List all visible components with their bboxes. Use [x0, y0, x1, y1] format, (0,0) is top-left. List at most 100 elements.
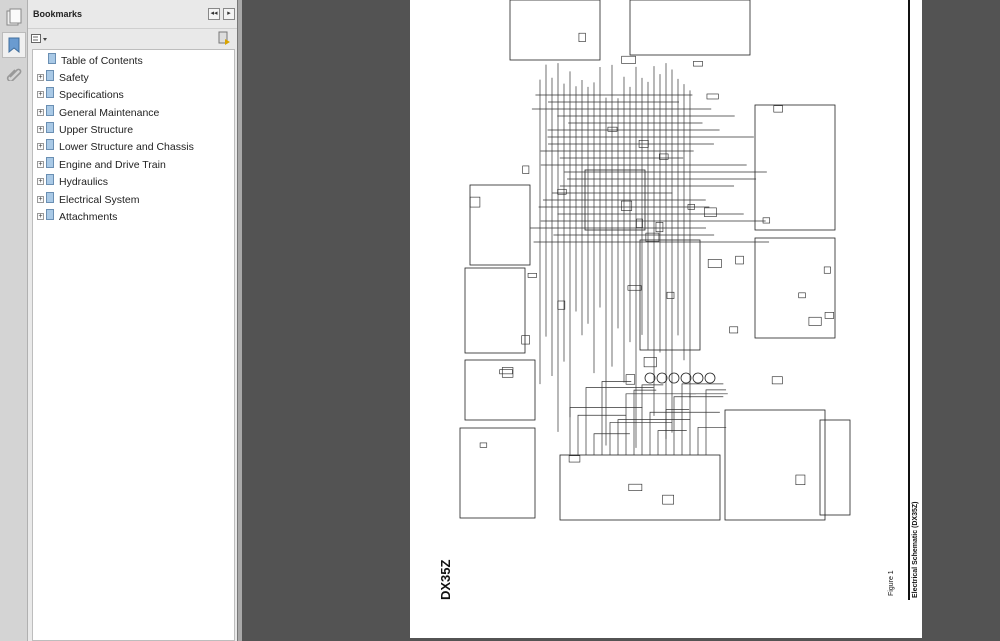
schematic-line [724, 409, 826, 521]
schematic-line [601, 381, 632, 455]
bookmark-icon [46, 139, 54, 150]
bookmark-item[interactable]: + Electrical System [33, 191, 140, 208]
panel-title: Bookmarks [33, 9, 83, 19]
schematic-line [469, 196, 481, 208]
expand-icon[interactable]: + [37, 91, 44, 98]
schematic-line [621, 55, 636, 64]
schematic-line [607, 126, 618, 132]
bookmark-label: General Maintenance [59, 106, 160, 119]
bookmark-item[interactable]: + Attachments [33, 208, 117, 225]
schematic-line [617, 419, 691, 455]
bookmark-icon [46, 174, 54, 185]
schematic-line [593, 433, 630, 455]
schematic-line [798, 292, 806, 299]
bookmark-item[interactable]: + Hydraulics [33, 173, 108, 190]
expand-icon[interactable]: + [37, 213, 44, 220]
schematic-line [704, 372, 716, 384]
paperclip-icon [6, 68, 22, 81]
schematic-line [649, 411, 720, 455]
schematic-line [629, 0, 751, 56]
pdf-page: DX35Z Figure 1 Electrical Schematic (DX3… [410, 0, 922, 638]
schematic-line [527, 272, 537, 278]
schematic-line [689, 393, 728, 455]
bookmark-label: Lower Structure and Chassis [59, 140, 194, 153]
options-menu-button[interactable] [31, 32, 49, 50]
schematic-line [668, 372, 680, 384]
schematic-line [795, 474, 806, 486]
model-label: DX35Z [438, 559, 453, 600]
pages-button[interactable] [2, 4, 26, 30]
panel-splitter[interactable] [237, 0, 242, 641]
expand-icon[interactable]: + [37, 196, 44, 203]
bookmarks-button[interactable] [2, 32, 26, 58]
expand-icon[interactable]: + [37, 126, 44, 133]
schematic-line [819, 419, 851, 516]
schematic-line [522, 165, 530, 174]
bookmark-label: Engine and Drive Train [59, 158, 166, 171]
bookmark-item[interactable]: + General Maintenance [33, 104, 159, 121]
schematic-line [662, 494, 674, 505]
bookmark-label: Specifications [59, 88, 124, 101]
bookmark-icon [46, 192, 54, 203]
bookmarks-panel: Bookmarks ◂◂ ▸ Table of Contents + Safety… [28, 0, 237, 641]
schematic-line [578, 32, 586, 42]
schematic-line [639, 239, 701, 351]
bookmark-icon [46, 122, 54, 133]
schematic-line [706, 93, 719, 100]
bookmark-item[interactable]: + Engine and Drive Train [33, 156, 166, 173]
expand-icon[interactable]: + [37, 109, 44, 116]
collapse-panel-button[interactable]: ◂◂ [208, 8, 220, 20]
schematic-line [643, 357, 657, 368]
bookmark-item[interactable]: + Specifications [33, 86, 124, 103]
schematic-line [771, 376, 783, 385]
attachments-button[interactable] [2, 60, 26, 86]
schematic-line [754, 104, 836, 231]
schematic-line [559, 454, 721, 521]
schematic-line [704, 207, 717, 217]
schematic-line [673, 396, 724, 455]
bookmark-icon [8, 37, 20, 53]
bookmark-item[interactable]: Table of Contents [33, 52, 143, 69]
bookmark-item[interactable]: + Upper Structure [33, 121, 133, 138]
schematic-line [509, 0, 601, 61]
figure-label: Figure 1 [888, 570, 895, 596]
schematic-line [697, 427, 727, 455]
navigation-strip [0, 0, 28, 641]
expand-panel-button[interactable]: ▸ [223, 8, 235, 20]
schematic-line [568, 455, 581, 463]
options-menu-icon [31, 34, 47, 43]
schematic-line [501, 367, 514, 378]
schematic-line [636, 218, 643, 228]
schematic-line [628, 483, 643, 491]
schematic-line [499, 369, 513, 375]
schematic-line [464, 267, 526, 354]
schematic-line [655, 222, 664, 233]
bookmark-label: Hydraulics [59, 175, 109, 188]
expand-icon[interactable]: + [37, 143, 44, 150]
schematic-line [762, 217, 771, 224]
schematic-line [824, 312, 835, 319]
caption-rule [908, 0, 910, 600]
schematic-line [666, 291, 675, 299]
bookmarks-toolbar [28, 29, 237, 49]
bookmark-item[interactable]: + Lower Structure and Chassis [33, 138, 194, 155]
bookmark-tool-icon [218, 31, 230, 45]
pages-icon [6, 8, 22, 26]
bookmark-icon [46, 157, 54, 168]
schematic-line [705, 389, 727, 455]
schematic-line [808, 316, 822, 326]
schematic-line [609, 422, 672, 455]
schematic-line [656, 372, 668, 384]
bookmark-icon [46, 87, 54, 98]
schematic-line [657, 430, 687, 455]
expand-icon[interactable]: + [37, 161, 44, 168]
bookmarks-tree: Table of Contents + Safety + Specification… [32, 49, 235, 641]
expand-icon[interactable]: + [37, 178, 44, 185]
schematic-line [773, 105, 783, 113]
expand-icon[interactable]: + [37, 74, 44, 81]
bookmark-label: Safety [59, 71, 89, 84]
bookmark-item[interactable]: + Safety [33, 69, 89, 86]
bookmark-tool-button[interactable] [218, 31, 232, 50]
electrical-schematic-drawing [459, 0, 851, 521]
bookmark-label: Electrical System [59, 193, 140, 206]
